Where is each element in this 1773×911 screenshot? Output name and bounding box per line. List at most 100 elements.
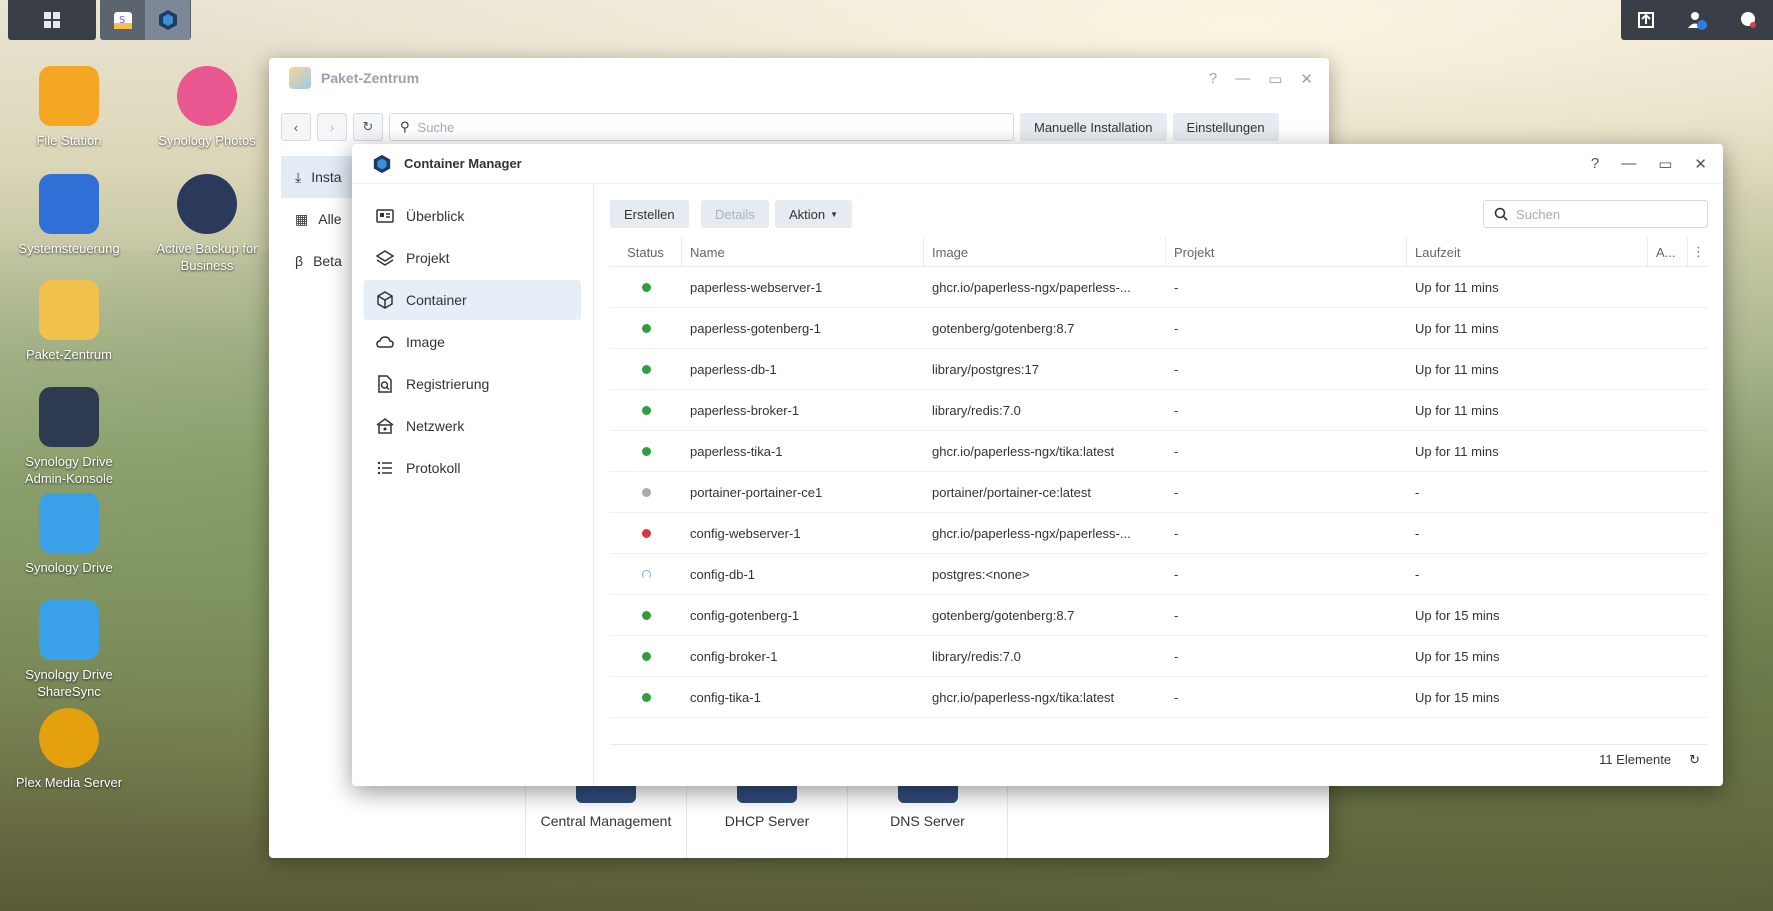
desktop-icon[interactable]: Synology Drive Admin-Konsole [4,387,134,487]
details-button[interactable]: Details [701,200,769,228]
network-icon [376,418,394,434]
column-header-name[interactable]: Name [682,237,924,267]
table-row[interactable]: config-gotenberg-1 gotenberg/gotenberg:8.… [610,595,1708,636]
back-button[interactable]: ‹ [281,113,311,141]
sidebar-item-container[interactable]: Container [364,280,581,320]
status-cell [610,472,682,512]
table-row[interactable]: paperless-db-1 library/postgres:17 - Up for… [610,349,1708,390]
sidebar-item-overview[interactable]: Überblick [364,196,581,236]
create-button[interactable]: Erstellen [610,200,689,228]
table-row[interactable]: portainer-portainer-ce1 portainer/portain… [610,472,1708,513]
upload-icon[interactable] [1636,10,1656,30]
container-project: - [1174,402,1179,418]
status-running-icon [641,364,651,374]
desktop-icon[interactable]: File Station [4,66,134,149]
item-count: 11 Elemente [1599,752,1672,767]
column-header-status[interactable]: Status [610,237,682,267]
desktop-icon-label: Synology Drive Admin-Konsole [24,454,114,486]
status-error-icon [641,528,651,538]
help-icon[interactable]: ? [1209,70,1217,88]
status-cell [610,677,682,717]
table-row[interactable]: paperless-broker-1 library/redis:7.0 - Up f… [610,390,1708,431]
photos-icon [177,66,237,126]
status-cell [610,636,682,676]
status-cell [610,308,682,348]
main-menu-button[interactable] [8,0,96,40]
container-manager-window-controls: ? — ▭ ✕ [1591,155,1707,173]
container-image: postgres:<none> [932,566,1030,582]
container-uptime: Up for 11 mins [1415,279,1499,295]
status-running-icon [641,323,651,333]
desktop-icon[interactable]: Paket-Zentrum [4,280,134,363]
column-menu-button[interactable]: ⋮ [1688,237,1705,267]
container-image: library/postgres:17 [932,361,1039,377]
close-icon[interactable]: ✕ [1694,155,1707,173]
container-manager-icon [373,154,391,173]
sidebar-item-label: Überblick [406,208,465,224]
table-row[interactable]: paperless-gotenberg-1 gotenberg/gotenberg… [610,308,1708,349]
action-dropdown[interactable]: Aktion ▼ [775,200,853,228]
sidebar-item-project[interactable]: Projekt [364,238,581,278]
maximize-icon[interactable]: ▭ [1268,70,1282,88]
manual-install-button[interactable]: Manuelle Installation [1020,113,1167,141]
container-manager-titlebar[interactable]: Container Manager [352,144,1723,184]
container-image: ghcr.io/paperless-ngx/paperless-... [932,525,1131,541]
help-icon[interactable]: ? [1591,155,1599,173]
taskbar-container-manager[interactable] [145,0,190,40]
status-running-icon [641,610,651,620]
sidebar-item-image[interactable]: Image [364,322,581,362]
column-label: Laufzeit [1415,244,1461,260]
settings-button[interactable]: Einstellungen [1172,113,1279,141]
container-uptime: Up for 11 mins [1415,443,1499,459]
package-center-title: Paket-Zentrum [321,70,420,86]
status-running-icon [641,692,651,702]
close-icon[interactable]: ✕ [1300,70,1313,88]
maximize-icon[interactable]: ▭ [1658,155,1672,173]
container-search-input[interactable]: Suchen [1483,200,1708,228]
user-power-icon[interactable] [1686,9,1708,31]
download-icon: ⤓ [295,168,302,185]
column-header-image[interactable]: Image [924,237,1166,267]
column-header-project[interactable]: Projekt [1166,237,1407,267]
container-name: paperless-db-1 [690,361,777,377]
minimize-icon[interactable]: — [1621,155,1636,173]
column-header-uptime[interactable]: Laufzeit [1407,237,1648,267]
desktop-icon[interactable]: Plex Media Server [4,708,134,791]
sidebar-item-network[interactable]: Netzwerk [364,406,581,446]
refresh-button[interactable]: ↻ [353,113,383,141]
status-cell [610,431,682,471]
desktop-icon-label: Systemsteuerung [18,241,120,256]
package-center-titlebar[interactable]: Paket-Zentrum [269,58,1329,98]
container-image: gotenberg/gotenberg:8.7 [932,607,1075,623]
table-row[interactable]: config-db-1 postgres:<none> - - [610,554,1708,595]
table-row[interactable]: paperless-tika-1 ghcr.io/paperless-ngx/ti… [610,431,1708,472]
forward-button[interactable]: › [317,113,347,141]
table-row[interactable]: config-webserver-1 ghcr.io/paperless-ngx/… [610,513,1708,554]
desktop-icon[interactable]: Synology Photos [142,66,272,149]
taskbar-tray [1621,0,1773,40]
sidebar-item-log[interactable]: Protokoll [364,448,581,488]
container-image: library/redis:7.0 [932,402,1021,418]
table-row[interactable]: paperless-webserver-1 ghcr.io/paperless-n… [610,267,1708,308]
desktop-icon-label: File Station [36,133,102,148]
status-cell [610,513,682,553]
taskbar-package-center[interactable]: S [100,0,145,40]
chat-icon[interactable] [1738,10,1758,30]
container-manager-icon [158,10,177,30]
table-row[interactable]: config-broker-1 library/redis:7.0 - Up for … [610,636,1708,677]
status-cell [610,595,682,635]
desktop-icon[interactable]: Synology Drive ShareSync [4,600,134,700]
column-header-extra[interactable]: A... [1648,237,1688,267]
chevron-right-icon: › [329,119,335,135]
refresh-button[interactable]: ↻ [1689,752,1700,768]
package-search-input[interactable]: ⚲ Suche [389,113,1014,141]
desktop-icon[interactable]: Systemsteuerung [4,174,134,257]
desktop-icon-label: Plex Media Server [15,775,123,790]
container-name: config-tika-1 [690,689,761,705]
sidebar-item-registry[interactable]: Registrierung [364,364,581,404]
minimize-icon[interactable]: — [1235,70,1250,88]
table-row[interactable]: config-tika-1 ghcr.io/paperless-ngx/tika:… [610,677,1708,718]
package-name: Central Management [540,813,672,829]
desktop-icon[interactable]: Synology Drive [4,493,134,576]
desktop-icon[interactable]: Active Backup for Business [142,174,272,274]
